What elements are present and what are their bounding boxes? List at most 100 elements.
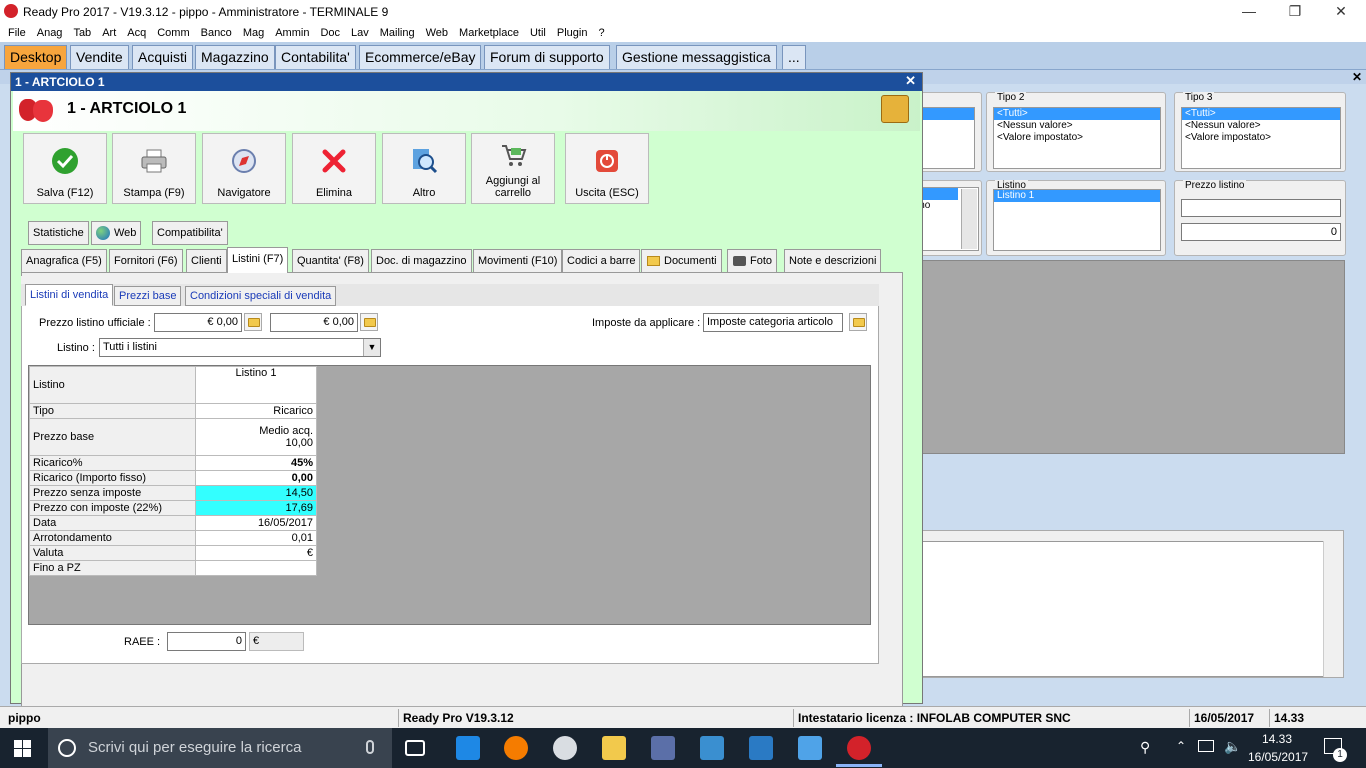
folder-icon[interactable] (360, 313, 378, 331)
scrollbar[interactable] (961, 189, 977, 249)
menu-mailing[interactable]: Mailing (376, 27, 422, 39)
subtab-condizioni-speciali[interactable]: Condizioni speciali di vendita (185, 286, 337, 306)
scrollbar[interactable] (1323, 541, 1341, 677)
imposte-input[interactable]: Imposte categoria articolo (703, 313, 843, 332)
save-button[interactable]: Salva (F12) (23, 133, 107, 204)
tab-anagrafica[interactable]: Anagrafica (F5) (21, 249, 107, 273)
app-icon[interactable] (798, 736, 822, 760)
search-box[interactable]: Scrivi qui per eseguire la ricerca (48, 728, 392, 768)
menu-ammin[interactable]: Ammin (271, 27, 316, 39)
table-row[interactable]: Prezzo senza imposte 14,50 (29, 485, 317, 501)
list-item[interactable]: <Valore impostato> (994, 132, 1160, 144)
menu-plugin[interactable]: Plugin (553, 27, 595, 39)
table-row[interactable]: Ricarico (Importo fisso) 0,00 (29, 470, 317, 486)
tab-doc-magazzino[interactable]: Doc. di magazzino (371, 249, 472, 273)
chevron-up-icon[interactable]: ⌃ (1176, 739, 1186, 753)
windows-start-icon[interactable] (14, 740, 31, 757)
table-row[interactable]: Data 16/05/2017 (29, 515, 317, 531)
prezzo-listino-input[interactable]: 0 (1181, 223, 1341, 241)
tab-forum[interactable]: Forum di supporto (484, 45, 610, 69)
table-row[interactable]: Prezzo base Medio acq. 10,00 (29, 418, 317, 456)
volume-icon[interactable]: 🔈 (1224, 738, 1241, 755)
table-row[interactable]: Ricarico% 45% (29, 455, 317, 471)
tab-codici-barre[interactable]: Codici a barre (562, 249, 641, 273)
list-item[interactable]: <Valore impostato> (1182, 132, 1340, 144)
subtab-prezzi-base[interactable]: Prezzi base (114, 286, 182, 306)
menu-acq[interactable]: Acq (123, 27, 153, 39)
menu-comm[interactable]: Comm (153, 27, 196, 39)
people-icon[interactable]: ⚲ (1140, 739, 1150, 756)
listino-select[interactable]: Tutti i listini (99, 338, 381, 357)
print-button[interactable]: Stampa (F9) (112, 133, 196, 204)
file-explorer-icon[interactable] (602, 736, 626, 760)
tipo2-list[interactable]: <Tutti> <Nessun valore> <Valore impostat… (993, 107, 1161, 169)
tab-listini[interactable]: Listini (F7) (227, 247, 289, 273)
table-row[interactable]: Arrotondamento 0,01 (29, 530, 317, 546)
tab-clienti[interactable]: Clienti (186, 249, 227, 273)
list-item[interactable]: <Tutti> (1182, 108, 1340, 120)
tab-fornitori[interactable]: Fornitori (F6) (109, 249, 183, 273)
tab-desktop[interactable]: Desktop (4, 45, 68, 69)
tab-contabilita[interactable]: Contabilita' (275, 45, 356, 69)
tab-web[interactable]: Web (91, 221, 142, 245)
menu-marketplace[interactable]: Marketplace (455, 27, 526, 39)
table-row[interactable]: Tipo Ricarico (29, 403, 317, 419)
prezzo-listino-input-2[interactable]: € 0,00 (270, 313, 358, 332)
tab-documenti[interactable]: Documenti (641, 249, 722, 273)
office-icon[interactable] (700, 736, 724, 760)
menu-banco[interactable]: Banco (197, 27, 239, 39)
microphone-icon[interactable] (366, 740, 374, 754)
list-item[interactable]: <Tutti> (994, 108, 1160, 120)
prezzo-listino-select[interactable] (1181, 199, 1341, 217)
tab-magazzino[interactable]: Magazzino (195, 45, 275, 69)
dialog-close-icon[interactable]: ✕ (905, 73, 916, 89)
prezzo-listino-input-1[interactable]: € 0,00 (154, 313, 242, 332)
table-row[interactable]: Fino a PZ (29, 560, 317, 576)
menu-web[interactable]: Web (422, 27, 455, 39)
close-button[interactable]: ✕ (1318, 0, 1364, 24)
more-button[interactable]: Altro (382, 133, 466, 204)
chevron-down-icon[interactable]: ▼ (363, 339, 380, 356)
strawberry-icon[interactable] (847, 736, 871, 760)
table-row[interactable]: Prezzo con imposte (22%) 17,69 (29, 500, 317, 516)
raee-input[interactable]: 0 (167, 632, 246, 651)
clock-time[interactable]: 14.33 (1262, 732, 1292, 746)
subtab-listini-vendita[interactable]: Listini di vendita (25, 284, 114, 306)
edge-icon[interactable] (456, 736, 480, 760)
menu-file[interactable]: File (4, 27, 33, 39)
menu-util[interactable]: Util (526, 27, 553, 39)
list-item[interactable]: <Nessun valore> (994, 120, 1160, 132)
tab-quantita[interactable]: Quantita' (F8) (292, 249, 369, 273)
menu-help[interactable]: ? (594, 27, 611, 39)
listino-list[interactable]: Listino 1 (993, 189, 1161, 251)
minimize-button[interactable]: — (1226, 0, 1272, 24)
tab-messaggistica[interactable]: Gestione messaggistica (616, 45, 777, 69)
menu-art[interactable]: Art (98, 27, 123, 39)
add-to-cart-button[interactable]: Aggiungi al carrello (471, 133, 555, 204)
firefox-icon[interactable] (504, 736, 528, 760)
menu-mag[interactable]: Mag (239, 27, 271, 39)
folder-icon[interactable] (244, 313, 262, 331)
tab-more[interactable]: ... (782, 45, 806, 69)
folder-icon[interactable] (849, 313, 867, 331)
tab-movimenti[interactable]: Movimenti (F10) (473, 249, 563, 273)
notes-text-area[interactable] (919, 541, 1341, 677)
menu-tab[interactable]: Tab (69, 27, 98, 39)
tab-note[interactable]: Note e descrizioni (784, 249, 882, 273)
mail-client-icon[interactable] (553, 736, 577, 760)
list-item[interactable]: <Nessun valore> (1182, 120, 1340, 132)
store-icon[interactable] (749, 736, 773, 760)
tab-foto[interactable]: Foto (727, 249, 778, 273)
delete-button[interactable]: Elimina (292, 133, 376, 204)
menu-doc[interactable]: Doc (316, 27, 347, 39)
table-row[interactable]: Valuta € (29, 545, 317, 561)
tab-ecommerce[interactable]: Ecommerce/eBay (359, 45, 482, 69)
list-item[interactable]: Listino 1 (994, 190, 1160, 202)
exit-button[interactable]: Uscita (ESC) (565, 133, 649, 204)
task-view-icon[interactable] (405, 740, 425, 756)
tab-compatibilita[interactable]: Compatibilita' (152, 221, 228, 245)
network-icon[interactable] (1198, 740, 1214, 752)
remote-desktop-icon[interactable] (651, 736, 675, 760)
restore-button[interactable]: ❐ (1272, 0, 1318, 24)
tab-statistiche[interactable]: Statistiche (28, 221, 89, 245)
